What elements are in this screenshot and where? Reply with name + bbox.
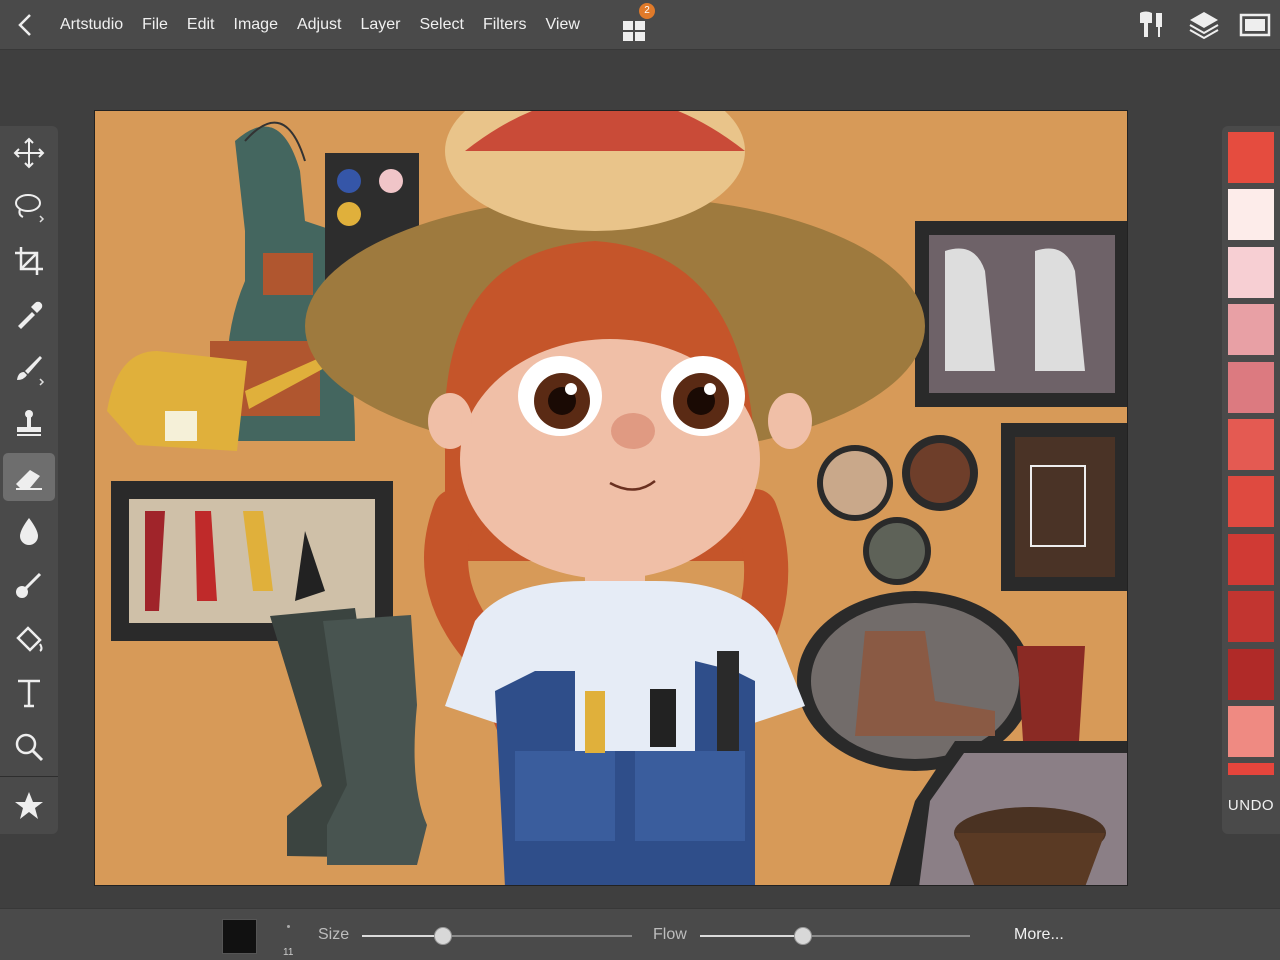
- flow-slider-fill: [700, 935, 803, 937]
- fullscreen-button[interactable]: [1238, 9, 1272, 41]
- color-swatch[interactable]: [1228, 591, 1274, 643]
- color-swatch[interactable]: [1228, 705, 1274, 757]
- drop-icon: [20, 518, 38, 545]
- eraser-tool[interactable]: [3, 453, 55, 501]
- color-swatches: [1228, 132, 1274, 775]
- brush-options-button[interactable]: [1136, 9, 1170, 41]
- menu-image[interactable]: Image: [234, 16, 297, 34]
- color-swatch[interactable]: [1228, 476, 1274, 528]
- artwork-illustration: [107, 111, 1127, 885]
- back-button[interactable]: [12, 10, 40, 40]
- color-swatch[interactable]: [1228, 648, 1274, 700]
- color-swatch[interactable]: [1228, 246, 1274, 298]
- color-palette-panel: UNDO: [1222, 126, 1280, 834]
- menu-adjust[interactable]: Adjust: [297, 16, 360, 34]
- crop-icon: [15, 247, 43, 275]
- text-tool[interactable]: [3, 669, 55, 717]
- menu-view[interactable]: View: [546, 16, 599, 34]
- stamp-icon: [17, 410, 41, 436]
- color-swatch[interactable]: [1228, 361, 1274, 413]
- color-swatch[interactable]: [1228, 132, 1274, 183]
- flow-label: Flow: [653, 926, 687, 943]
- blur-tool[interactable]: [3, 507, 55, 555]
- color-swatch[interactable]: [1228, 189, 1274, 241]
- brush-settings-bar: 11 Size Flow More...: [0, 908, 1280, 960]
- flow-slider-thumb[interactable]: [793, 927, 812, 945]
- artwork-canvas[interactable]: [94, 110, 1128, 886]
- crop-tool[interactable]: [3, 237, 55, 285]
- smudge-tool[interactable]: [3, 561, 55, 609]
- layers-icon: [1189, 12, 1219, 40]
- text-icon: [18, 679, 40, 708]
- star-icon: [15, 792, 43, 819]
- color-swatch[interactable]: [1228, 533, 1274, 585]
- smudge-icon: [16, 572, 42, 598]
- menu-bar: Artstudio File Edit Image Adjust Layer S…: [60, 0, 599, 50]
- layers-button[interactable]: [1187, 9, 1221, 41]
- more-options-button[interactable]: More...: [1014, 926, 1064, 944]
- undo-button[interactable]: UNDO: [1222, 786, 1280, 826]
- menu-file[interactable]: File: [142, 16, 187, 34]
- eraser-icon: [16, 470, 42, 490]
- magnifier-icon: [15, 733, 44, 762]
- brush-options-icon: [1140, 11, 1162, 37]
- toolbar-divider: [0, 776, 58, 777]
- brush-tool[interactable]: [3, 345, 55, 393]
- eyedropper-tool[interactable]: [3, 291, 55, 339]
- lasso-icon: [15, 194, 45, 223]
- tool-palette: [0, 126, 58, 834]
- stamp-tool[interactable]: [3, 399, 55, 447]
- fullscreen-icon: [1239, 13, 1271, 37]
- menu-layer[interactable]: Layer: [360, 16, 419, 34]
- brush-preview-dot: [287, 925, 290, 928]
- size-slider-thumb[interactable]: [434, 927, 452, 945]
- top-bar: Artstudio File Edit Image Adjust Layer S…: [0, 0, 1280, 50]
- favorites-tool[interactable]: [3, 782, 55, 830]
- lasso-tool[interactable]: [3, 183, 55, 231]
- color-swatch[interactable]: [1228, 304, 1274, 356]
- menu-select[interactable]: Select: [419, 16, 482, 34]
- eyedropper-icon: [18, 301, 43, 329]
- brush-icon: [17, 356, 45, 386]
- notification-badge: 2: [639, 3, 655, 19]
- zoom-tool[interactable]: [3, 723, 55, 771]
- move-tool[interactable]: [3, 129, 55, 177]
- chevron-left-icon: [18, 14, 31, 36]
- menu-artstudio[interactable]: Artstudio: [60, 16, 142, 34]
- menu-edit[interactable]: Edit: [187, 16, 234, 34]
- color-swatch[interactable]: [1228, 418, 1274, 470]
- paint-bucket-icon: [16, 626, 43, 652]
- move-icon: [13, 137, 45, 169]
- fill-tool[interactable]: [3, 615, 55, 663]
- size-label: Size: [318, 926, 350, 943]
- current-color-swatch[interactable]: [222, 919, 257, 954]
- color-swatch[interactable]: [1228, 763, 1274, 775]
- size-slider-fill: [362, 935, 443, 937]
- menu-filters[interactable]: Filters: [483, 16, 546, 34]
- brush-size-value: 11: [283, 947, 294, 958]
